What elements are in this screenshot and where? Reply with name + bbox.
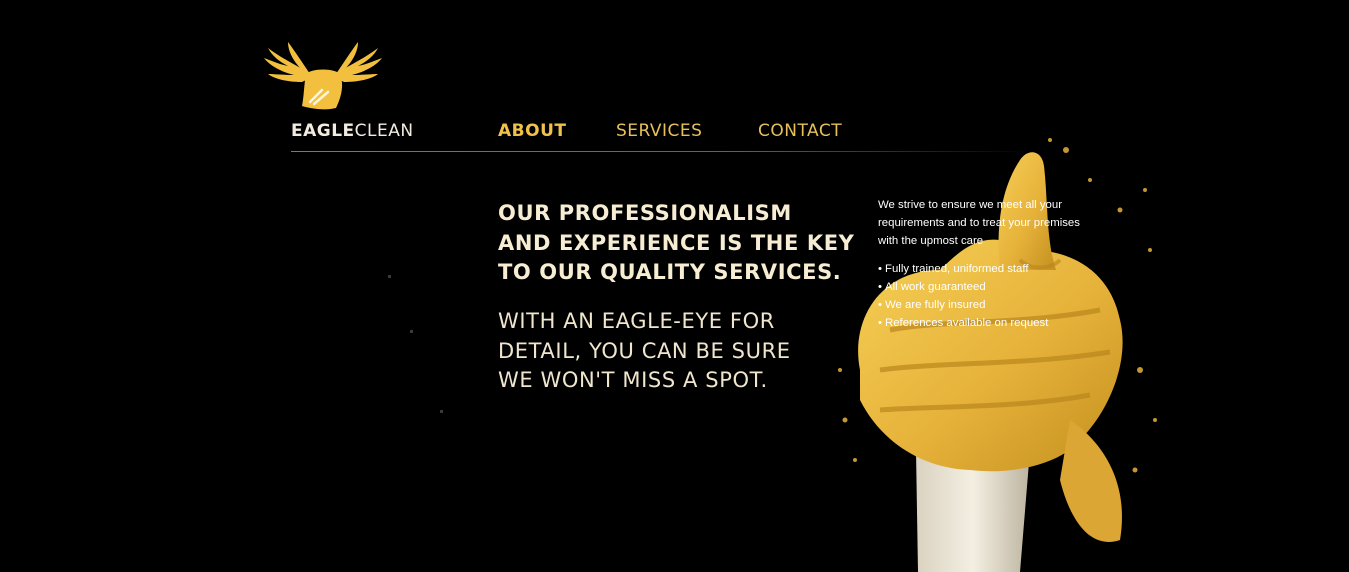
nav-item-services[interactable]: SERVICES (616, 121, 702, 141)
nav-item-about[interactable]: ABOUT (498, 121, 566, 141)
subheadline-line: WE WON'T MISS A SPOT. (498, 368, 768, 392)
eagle-logo-icon[interactable] (262, 38, 384, 112)
info-panel: We strive to ensure we meet all your req… (878, 196, 1083, 332)
info-bullet: References available on request (878, 314, 1083, 332)
info-bullet-list: Fully trained, uniformed staff All work … (878, 260, 1083, 332)
decorative-speck (388, 275, 391, 278)
headline-line: TO OUR QUALITY SERVICES. (498, 260, 842, 284)
hero-image (838, 138, 1157, 572)
brand-name-light: CLEAN (354, 121, 414, 141)
info-intro: We strive to ensure we meet all your req… (878, 199, 1080, 247)
brand-name-bold: EAGLE (291, 121, 355, 141)
subheadline-line: WITH AN EAGLE-EYE FOR (498, 309, 775, 333)
subheadline-line: DETAIL, YOU CAN BE SURE (498, 338, 791, 363)
decorative-speck (410, 330, 413, 333)
headline-line: AND EXPERIENCE IS THE KEY (498, 230, 855, 255)
info-bullet: We are fully insured (878, 296, 1083, 314)
info-bullet: All work guaranteed (878, 278, 1083, 296)
brand-name[interactable]: EAGLECLEAN (291, 121, 414, 141)
info-bullet: Fully trained, uniformed staff (878, 260, 1083, 278)
headline-line: OUR PROFESSIONALISM (498, 201, 792, 225)
decorative-speck (440, 410, 443, 413)
subheadline: WITH AN EAGLE-EYE FOR DETAIL, YOU CAN BE… (498, 307, 791, 396)
page: EAGLECLEAN ABOUT SERVICES CONTACT OUR PR… (0, 0, 1349, 572)
headline: OUR PROFESSIONALISM AND EXPERIENCE IS TH… (498, 199, 854, 288)
